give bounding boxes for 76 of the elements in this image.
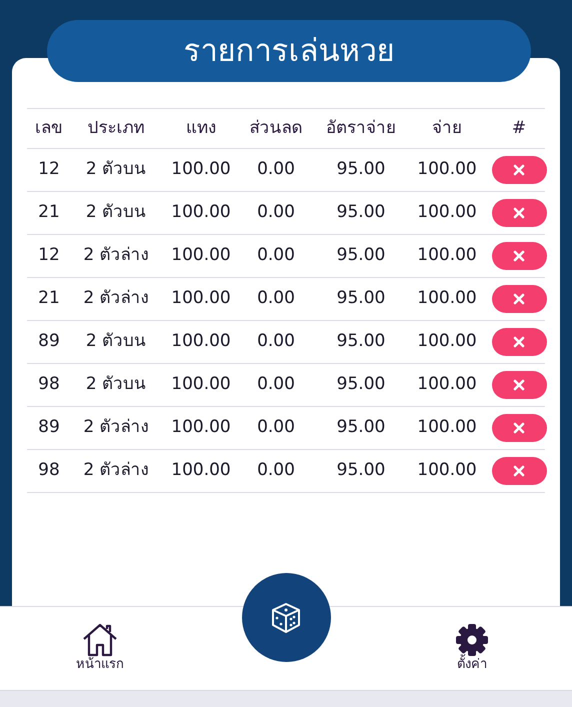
column-header: แทง [185,116,217,140]
nav-item[interactable]: หน้าแรก [50,623,150,674]
table-cell-text: 100.00 [416,373,478,396]
table-cell-text: 2 ตัวบน [84,330,148,354]
column-header: # [510,116,528,140]
delete-button[interactable] [492,242,546,270]
table-cell-text: 95.00 [336,158,386,182]
table-cell-text: 0.00 [256,244,296,268]
table-cell-text: 100.00 [170,201,232,224]
table-cell-text: 100.00 [416,416,478,440]
delete-button[interactable] [492,457,546,485]
table-cell-text: 100.00 [416,201,478,224]
delete-button[interactable] [492,371,546,399]
table-cell-text: 100.00 [170,416,232,440]
page-title: รายการเล่นหวย [47,20,531,82]
column-header: ส่วนลด [248,116,304,140]
table-cell-text: 2 ตัวบน [84,201,148,224]
table-cell-text: 100.00 [170,373,232,396]
table-cell-text: 100.00 [170,158,232,182]
close-icon [513,379,525,391]
home-icon [82,623,118,658]
close-icon [513,336,525,348]
table-cell-text: 2 ตัวล่าง [82,287,150,310]
column-header: เลข [34,116,64,140]
table-cell-text: 12 [37,158,61,182]
table-cell-text: 95.00 [336,244,386,268]
table-cell-text: 100.00 [416,287,478,310]
table-cell-text: 100.00 [170,244,232,268]
table-cell-text: 0.00 [256,459,296,482]
table-cell-text: 2 ตัวบน [84,373,148,396]
column-header: อัตราจ่าย [325,116,397,140]
close-icon [513,422,525,434]
table-cell-text: 2 ตัวล่าง [82,416,150,440]
column-header: ประเภท [86,116,146,140]
table-cell-text: 0.00 [256,287,296,310]
table-cell-text: 100.00 [416,459,478,482]
table-cell-text: 12 [37,244,61,268]
close-icon [513,293,525,305]
table-cell-text: 2 ตัวบน [84,158,148,182]
table-cell-text: 100.00 [170,459,232,482]
table-cell-text: 100.00 [416,330,478,354]
table-cell-text: 95.00 [336,459,386,482]
table-cell-text: 100.00 [416,158,478,182]
table-cell-text: 95.00 [336,201,386,224]
table-cell-text: 89 [37,330,61,354]
table-cell-text: 98 [37,459,61,482]
table-cell-text: 0.00 [256,373,296,396]
table-cell-text: 100.00 [416,244,478,268]
close-icon [513,465,525,477]
table-cell-text: 95.00 [336,416,386,440]
close-icon [513,207,525,219]
table-cell-text: 0.00 [256,416,296,440]
table-cell-text: 95.00 [336,330,386,354]
table-cell-text: 89 [37,416,61,440]
table-cell-text: 95.00 [336,287,386,310]
table-cell-text: 2 ตัวล่าง [82,244,150,268]
delete-button[interactable] [492,328,546,356]
table-cell-text: 21 [37,201,61,224]
table-cell-text: 95.00 [336,373,386,396]
table-cell-text: 21 [37,287,61,310]
table-cell-text: 0.00 [256,201,296,224]
nav-item[interactable]: ตั้งค่า [422,623,522,674]
table-cell-text: 100.00 [170,330,232,354]
table-cell-text: 98 [37,373,61,396]
table-cell-text: 100.00 [170,287,232,310]
table-cell-text: 2 ตัวล่าง [82,459,150,482]
close-icon [513,250,525,262]
column-header: จ่าย [431,116,463,140]
delete-button[interactable] [492,199,546,227]
delete-button[interactable] [492,285,546,313]
table-cell-text: 0.00 [256,158,296,182]
delete-button[interactable] [492,414,546,442]
delete-button[interactable] [492,156,546,184]
dice-icon [270,602,302,634]
table-cell-text: 0.00 [256,330,296,354]
close-icon [513,164,525,176]
